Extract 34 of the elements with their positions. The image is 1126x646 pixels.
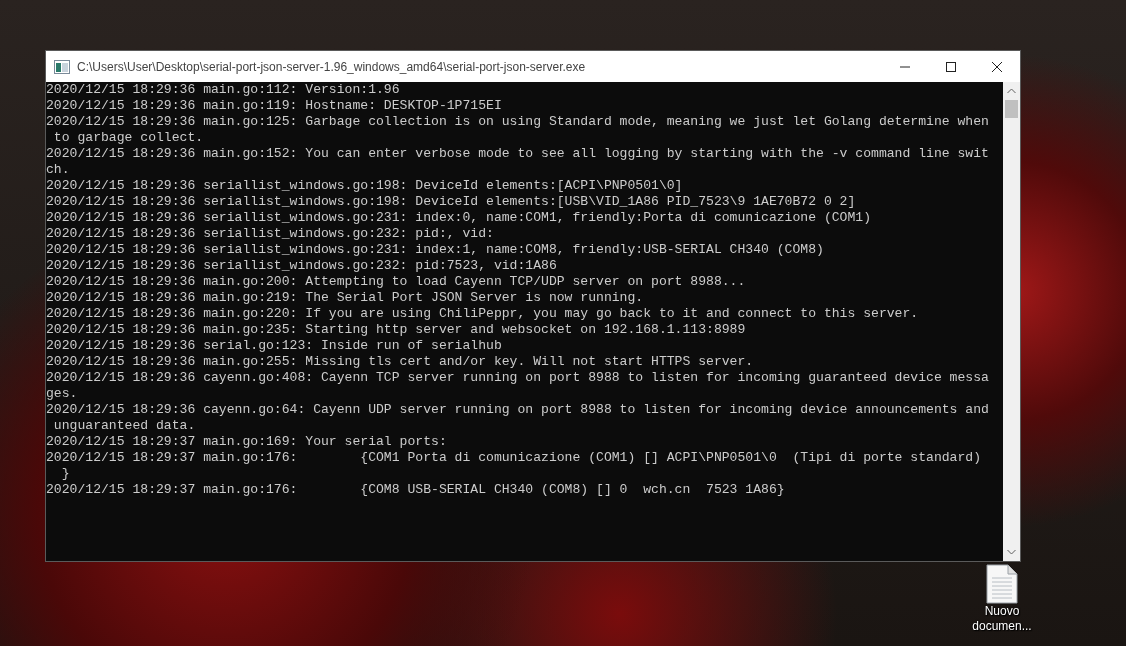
scrollbar[interactable] <box>1003 82 1020 561</box>
console-line: 2020/12/15 18:29:36 seriallist_windows.go:232: pid:7523, vid:1A86 <box>46 258 558 274</box>
console-line: 2020/12/15 18:29:36 main.go:152: You can enter verbose mode to see all logging by starting with the -v command line swit <box>46 146 990 162</box>
console-line: 2020/12/15 18:29:36 main.go:119: Hostname: DESKTOP-1P715EI <box>46 98 503 114</box>
console-line: unguaranteed data. <box>52 418 197 434</box>
console-line: ch. <box>46 162 71 178</box>
console-line: 2020/12/15 18:29:36 seriallist_windows.go:198: DeviceId elements:[ACPI\PNP0501\0] <box>46 178 684 194</box>
console-line: } <box>60 466 71 482</box>
console-line: 2020/12/15 18:29:36 main.go:125: Garbage collection is on using Standard mode, meaning we just let Golang determine when <box>46 114 990 130</box>
console-line: 2020/12/15 18:29:36 seriallist_windows.go:231: index:1, name:COM8, friendly:USB-SERIAL CH340 (COM8) <box>46 242 825 258</box>
console-line: ges. <box>46 386 79 402</box>
window-title: C:\Users\User\Desktop\serial-port-json-server-1.96_windows_amd64\serial-port-json-server.exe <box>77 59 586 74</box>
console-line: 2020/12/15 18:29:36 cayenn.go:64: Cayenn UDP server running on port 8988 to listen for incoming device announcements and <box>46 402 990 418</box>
console-line: 2020/12/15 18:29:36 seriallist_windows.go:232: pid:, vid: <box>46 226 495 242</box>
console-line: 2020/12/15 18:29:36 main.go:220: If you are using ChiliPeppr, you may go back to it and connect to this server. <box>46 306 920 322</box>
console-line: 2020/12/15 18:29:36 serial.go:123: Inside run of serialhub <box>46 338 503 354</box>
console-line: 2020/12/15 18:29:36 main.go:219: The Serial Port JSON Server is now running. <box>46 290 645 306</box>
console-app-icon <box>54 59 70 74</box>
console-line: to garbage collect. <box>52 130 205 146</box>
maximize-icon[interactable] <box>946 61 956 72</box>
console-line: 2020/12/15 18:29:36 main.go:235: Starting http server and websocket on 192.168.1.113:8989 <box>46 322 747 338</box>
console-line: 2020/12/15 18:29:36 cayenn.go:408: Cayenn TCP server running on port 8988 to listen for incoming guaranteed device messa <box>46 370 990 386</box>
console-line: 2020/12/15 18:29:36 seriallist_windows.go:231: index:0, name:COM1, friendly:Porta di comunicazione (COM1) <box>46 210 873 226</box>
console-line: 2020/12/15 18:29:36 main.go:112: Version:1.96 <box>46 82 401 98</box>
console-line: 2020/12/15 18:29:36 seriallist_windows.go:198: DeviceId elements:[USB\VID_1A86 PID_7523\9 1AE70B72 0 2] <box>46 194 857 210</box>
console-line: 2020/12/15 18:29:36 main.go:255: Missing tls cert and/or key. Will not start HTTPS server. <box>46 354 755 370</box>
document-icon[interactable] <box>986 564 1018 604</box>
scrollbar-thumb[interactable] <box>1005 100 1018 118</box>
console-line: 2020/12/15 18:29:37 main.go:176: {COM1 Porta di comunicazione (COM1) [] ACPI\PNP0501\0 (Tipi di porte standard) <box>46 450 983 466</box>
console-line: 2020/12/15 18:29:37 main.go:169: Your serial ports: <box>46 434 448 450</box>
close-icon[interactable] <box>992 61 1002 72</box>
console-line: 2020/12/15 18:29:36 main.go:200: Attempting to load Cayenn TCP/UDP server on port 8988... <box>46 274 747 290</box>
console-line: 2020/12/15 18:29:37 main.go:176: {COM8 USB-SERIAL CH340 (COM8) [] 0 wch.cn 7523 1A86} <box>46 482 786 498</box>
desktop-icon-label[interactable]: Nuovo documen... <box>972 604 1032 634</box>
